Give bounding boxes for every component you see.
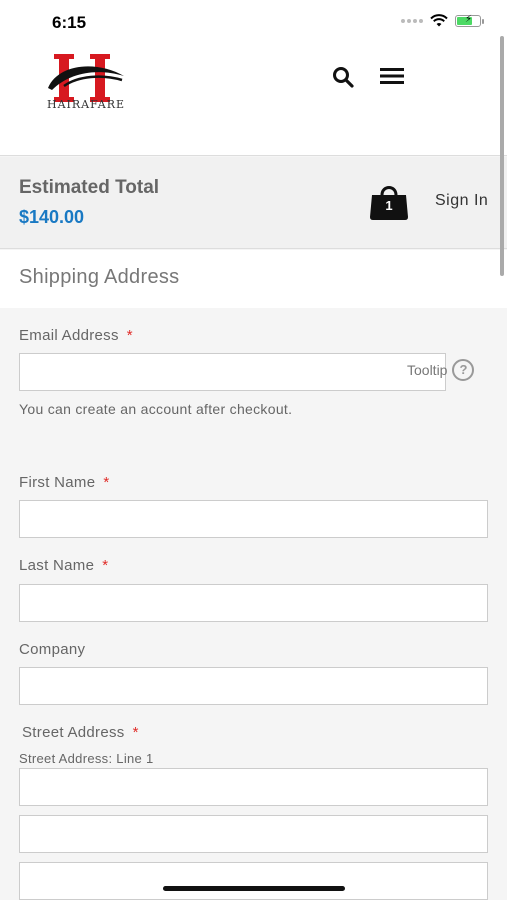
company-field[interactable] <box>19 667 488 705</box>
required-mark: * <box>103 474 110 491</box>
shipping-address-header: Shipping Address <box>0 250 507 308</box>
estimated-total-value: $140.00 <box>19 207 85 227</box>
sign-in-link[interactable]: Sign In <box>435 192 488 210</box>
cart-count-badge: 1 <box>385 198 393 213</box>
email-label: Email Address * <box>19 327 133 344</box>
search-icon[interactable] <box>331 65 355 89</box>
estimated-total-label: Estimated Total <box>19 177 160 198</box>
email-field[interactable] <box>19 353 446 391</box>
street-line3-field[interactable] <box>19 862 488 900</box>
street-line2-field[interactable] <box>19 815 488 853</box>
required-mark: * <box>102 557 109 574</box>
street-address-label: Street Address * <box>22 724 139 741</box>
required-mark: * <box>132 724 139 741</box>
wifi-icon <box>430 14 448 27</box>
tooltip-label: Tooltip <box>407 362 448 378</box>
shipping-address-title: Shipping Address <box>19 266 180 288</box>
street-line1-label: Street Address: Line 1 <box>19 751 154 766</box>
order-summary-bar: Estimated Total $140.00 1 Sign In <box>0 157 507 249</box>
status-time: 6:15 <box>52 13 87 32</box>
first-name-label: First Name * <box>19 474 110 491</box>
hamburger-menu-icon[interactable] <box>380 66 404 86</box>
help-icon[interactable]: ? <box>452 359 475 381</box>
brand-logo-text: HAIRAFARE <box>47 98 126 111</box>
status-bar: 6:15 ⚡ <box>0 0 507 44</box>
status-icons: ⚡ <box>401 14 484 27</box>
mini-cart-button[interactable]: 1 <box>368 183 410 223</box>
email-note: You can create an account after checkout… <box>19 401 293 417</box>
first-name-field[interactable] <box>19 500 488 538</box>
street-line1-field[interactable] <box>19 768 488 806</box>
email-tooltip-toggle[interactable]: Tooltip ? <box>407 359 475 381</box>
last-name-label: Last Name * <box>19 557 109 574</box>
site-header: HAIRAFARE <box>0 44 507 156</box>
company-label: Company <box>19 641 86 658</box>
home-indicator[interactable] <box>163 886 345 891</box>
required-mark: * <box>126 327 133 344</box>
last-name-field[interactable] <box>19 584 488 622</box>
battery-icon: ⚡ <box>455 14 484 27</box>
scrollbar[interactable] <box>500 36 504 276</box>
cellular-signal-icon <box>401 18 423 23</box>
